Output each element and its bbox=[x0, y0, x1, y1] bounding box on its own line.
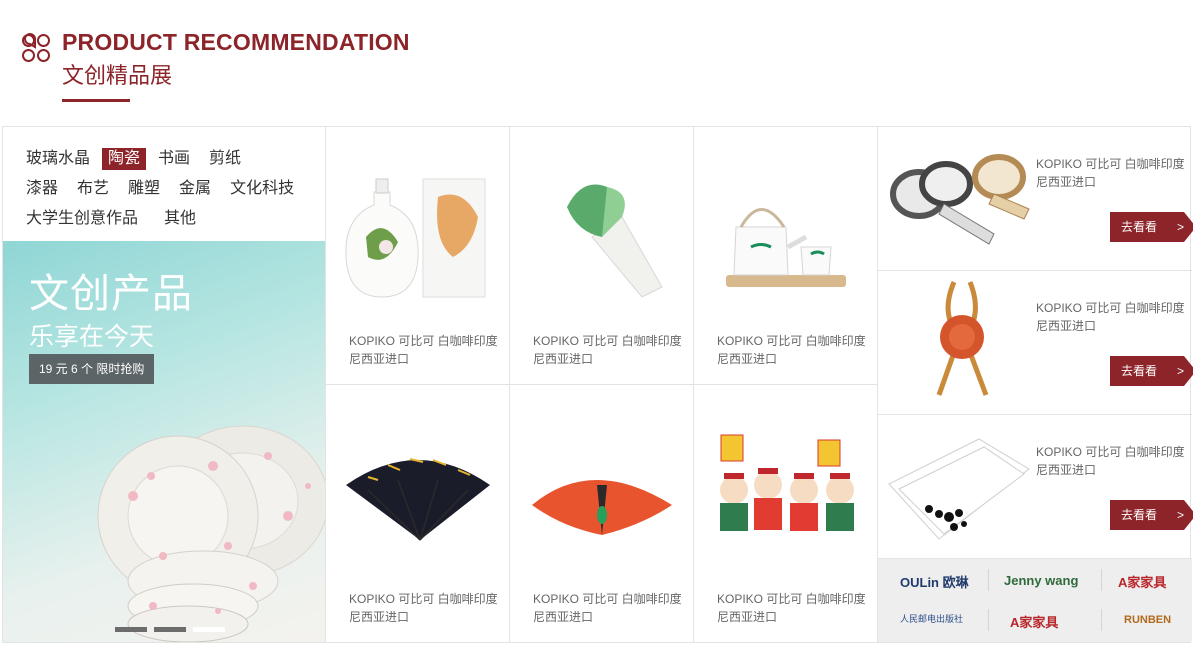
product-showcase: 玻璃水晶 陶瓷 书画 剪纸 漆器 布艺 雕塑 金属 文化科技 大学生创意作品 其… bbox=[2, 126, 1193, 643]
brand-divider bbox=[988, 609, 989, 631]
carousel-dot-active[interactable] bbox=[193, 627, 225, 632]
side-products: KOPIKO 可比可 白咖啡印度尼西亚进口 去看看 > KOPIKO 可比可 白咖… bbox=[878, 127, 1193, 642]
bamboo-shoot-sculpture-icon bbox=[567, 184, 663, 298]
brand-logo-runben[interactable]: RUNBEN bbox=[1124, 614, 1171, 626]
section-title-en: PRODUCT RECOMMENDATION bbox=[62, 29, 410, 55]
side-product-caption: KOPIKO 可比可 白咖啡印度尼西亚进口 bbox=[1036, 157, 1185, 189]
tea-set-icon bbox=[726, 208, 846, 287]
washi-tape-icon bbox=[890, 154, 1030, 245]
product-card[interactable]: KOPIKO 可比可 白咖啡印度尼西亚进口 bbox=[326, 385, 510, 643]
view-button[interactable]: 去看看 > bbox=[1110, 356, 1193, 386]
category-row: 漆器 布艺 雕塑 金属 文化科技 bbox=[25, 174, 325, 204]
section-header: PRODUCT RECOMMENDATION 文创精品展 bbox=[0, 0, 1193, 126]
banner-title: 文创产品 bbox=[29, 272, 193, 316]
brand-logo-posts-telecom-press[interactable]: 人民邮电出版社 bbox=[900, 612, 963, 625]
product-caption: KOPIKO 可比可 白咖啡印度尼西亚进口 bbox=[717, 592, 866, 624]
left-panel: 玻璃水晶 陶瓷 书画 剪纸 漆器 布艺 雕塑 金属 文化科技 大学生创意作品 其… bbox=[3, 127, 326, 642]
category-glass-crystal[interactable]: 玻璃水晶 bbox=[25, 148, 91, 170]
view-button-label: 去看看 bbox=[1121, 508, 1158, 522]
carousel-indicators bbox=[115, 627, 225, 632]
product-caption: KOPIKO 可比可 白咖啡印度尼西亚进口 bbox=[349, 334, 498, 366]
brand-divider bbox=[988, 569, 989, 591]
product-caption: KOPIKO 可比可 白咖啡印度尼西亚进口 bbox=[349, 592, 498, 624]
brand-logo-jenny-wang[interactable]: Jenny wang bbox=[1004, 573, 1078, 588]
category-painting[interactable]: 书画 bbox=[157, 148, 191, 170]
category-lacquer[interactable]: 漆器 bbox=[25, 178, 59, 200]
brand-logo-oulin[interactable]: OULin 欧琳 bbox=[900, 572, 969, 591]
category-other[interactable]: 其他 bbox=[163, 208, 197, 230]
category-papercut[interactable]: 剪纸 bbox=[208, 148, 242, 170]
side-product-caption: KOPIKO 可比可 白咖啡印度尼西亚进口 bbox=[1036, 445, 1185, 477]
porcelain-bottle-icon bbox=[345, 178, 486, 298]
product-card[interactable]: KOPIKO 可比可 白咖啡印度尼西亚进口 bbox=[510, 385, 694, 643]
category-ceramics[interactable]: 陶瓷 bbox=[102, 148, 147, 170]
brand-logo-a-home[interactable]: A家家具 bbox=[1010, 612, 1058, 631]
product-caption: KOPIKO 可比可 白咖啡印度尼西亚进口 bbox=[533, 334, 682, 366]
carousel-dot[interactable] bbox=[154, 627, 186, 632]
brand-divider bbox=[1101, 609, 1102, 631]
brand-logo-a-home[interactable]: A家家具 bbox=[1118, 572, 1166, 591]
product-caption: KOPIKO 可比可 白咖啡印度尼西亚进口 bbox=[717, 334, 866, 366]
category-row: 大学生创意作品 其他 bbox=[25, 204, 325, 234]
cartoon-figures-icon bbox=[720, 434, 854, 531]
carousel-dot[interactable] bbox=[115, 627, 147, 632]
view-button[interactable]: 去看看 > bbox=[1110, 212, 1193, 242]
category-sculpture[interactable]: 雕塑 bbox=[127, 178, 161, 200]
banner-subtitle: 乐享在今天 bbox=[29, 323, 155, 351]
category-fabric[interactable]: 布艺 bbox=[76, 178, 110, 200]
product-caption: KOPIKO 可比可 白咖啡印度尼西亚进口 bbox=[533, 592, 682, 624]
chevron-right-icon: > bbox=[1176, 364, 1184, 378]
product-card[interactable]: KOPIKO 可比可 白咖啡印度尼西亚进口 bbox=[694, 127, 878, 385]
product-card[interactable]: KOPIKO 可比可 白咖啡印度尼西亚进口 bbox=[326, 127, 510, 385]
category-row: 玻璃水晶 陶瓷 书画 剪纸 bbox=[25, 144, 325, 174]
section-title-cn: 文创精品展 bbox=[62, 63, 173, 88]
banner-promo-tag[interactable]: 19 元 6 个 限时抢购 bbox=[29, 354, 155, 384]
brand-partners: OULin 欧琳 Jenny wang A家家具 人民邮电出版社 A家家具 RU… bbox=[878, 559, 1192, 642]
product-card[interactable]: KOPIKO 可比可 白咖啡印度尼西亚进口 bbox=[510, 127, 694, 385]
folding-fan-icon bbox=[346, 458, 490, 541]
product-card[interactable]: KOPIKO 可比可 白咖啡印度尼西亚进口 bbox=[694, 385, 878, 643]
ceramic-plates-image bbox=[97, 425, 325, 642]
view-button[interactable]: 去看看 > bbox=[1110, 500, 1193, 530]
side-product-card[interactable]: KOPIKO 可比可 白咖啡印度尼西亚进口 去看看 > bbox=[878, 415, 1193, 559]
wax-seal-ribbon-icon bbox=[936, 281, 989, 396]
chevron-right-icon: > bbox=[1176, 508, 1184, 522]
clover-icon bbox=[22, 33, 50, 62]
product-grid: KOPIKO 可比可 白咖啡印度尼西亚进口 KOPIKO 可比可 白咖啡印度尼西… bbox=[326, 127, 878, 643]
category-student-works[interactable]: 大学生创意作品 bbox=[25, 208, 139, 230]
view-button-label: 去看看 bbox=[1121, 364, 1158, 378]
chevron-right-icon: > bbox=[1176, 220, 1184, 234]
brand-divider bbox=[1101, 569, 1102, 591]
category-metal[interactable]: 金属 bbox=[178, 178, 212, 200]
category-culture-tech[interactable]: 文化科技 bbox=[229, 178, 295, 200]
promo-banner[interactable]: 文创产品 乐享在今天 19 元 6 个 限时抢购 bbox=[3, 241, 325, 642]
category-nav: 玻璃水晶 陶瓷 书画 剪纸 漆器 布艺 雕塑 金属 文化科技 大学生创意作品 其… bbox=[3, 127, 325, 241]
side-product-caption: KOPIKO 可比可 白咖啡印度尼西亚进口 bbox=[1036, 301, 1185, 333]
red-umbrella-icon bbox=[532, 480, 672, 535]
side-product-card[interactable]: KOPIKO 可比可 白咖啡印度尼西亚进口 去看看 > bbox=[878, 271, 1193, 415]
side-product-card[interactable]: KOPIKO 可比可 白咖啡印度尼西亚进口 去看看 > bbox=[878, 127, 1193, 271]
title-underline bbox=[62, 99, 130, 102]
view-button-label: 去看看 bbox=[1121, 220, 1158, 234]
bookmarks-icon bbox=[888, 438, 1030, 540]
